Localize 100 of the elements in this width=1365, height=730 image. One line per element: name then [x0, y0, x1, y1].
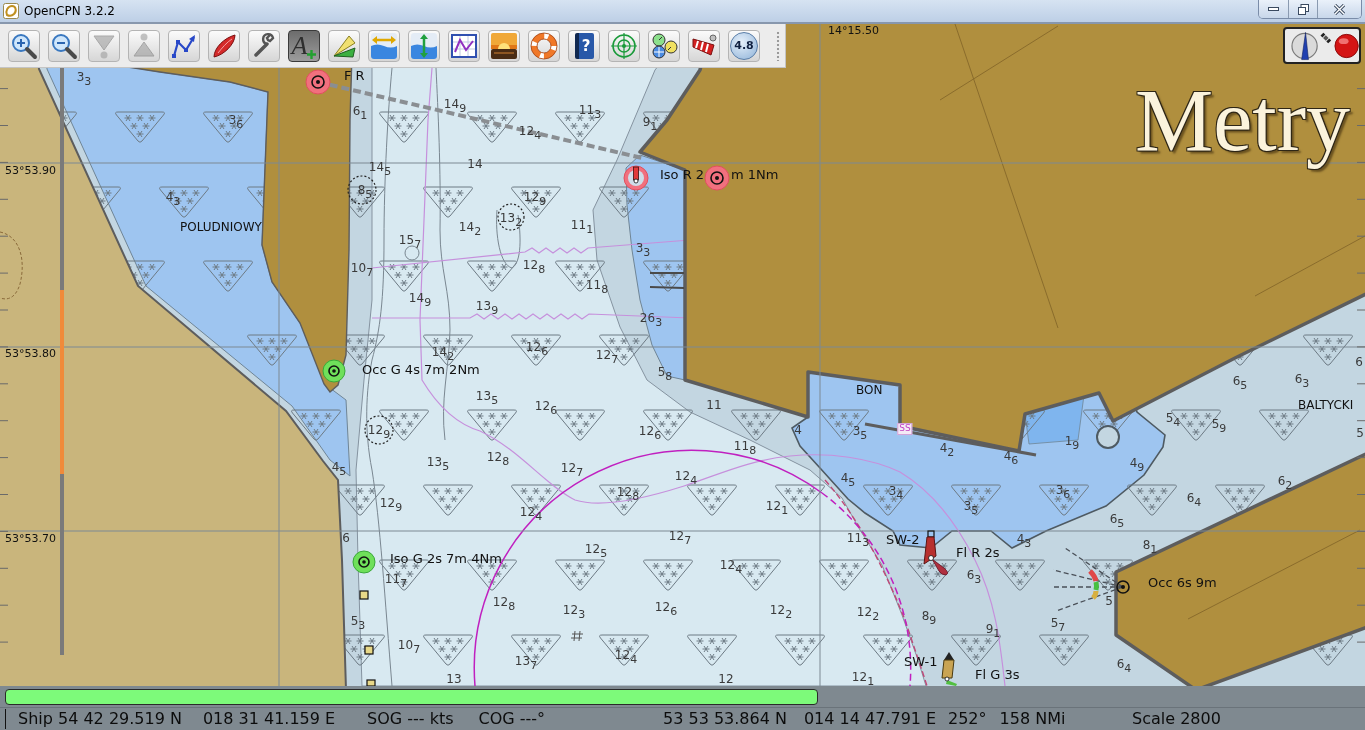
- seabed-symbol-icon: [599, 634, 649, 666]
- depth-sounding: 13: [446, 673, 462, 685]
- gauges-icon: [650, 31, 678, 60]
- status-text: COG ---°: [478, 709, 546, 729]
- beacon-icon: [364, 645, 374, 655]
- sunset-button[interactable]: [488, 29, 520, 62]
- latitude-label: 53°53.70: [5, 532, 56, 546]
- horizontal-arrows-icon: [370, 31, 398, 60]
- lifebuoy-button[interactable]: [528, 29, 560, 62]
- seabed-symbol-icon: [379, 260, 429, 292]
- close-button[interactable]: [1317, 0, 1361, 18]
- seabed-symbol-icon: [599, 186, 649, 218]
- vertical-arrows-button[interactable]: [408, 29, 440, 62]
- boat-icon: [210, 31, 238, 60]
- longitude-label: 14°15.50: [828, 24, 879, 38]
- light-symbol-icon: [352, 550, 376, 574]
- status-text: 014 14 47.791 E: [803, 709, 937, 729]
- latitude-label: 53°53.80: [5, 347, 56, 361]
- zoom-out-button[interactable]: [48, 29, 80, 62]
- light-label: F R: [344, 68, 365, 84]
- status-text: Scale 2800: [1132, 709, 1221, 729]
- seabed-symbol-icon: [159, 186, 209, 218]
- seabed-symbol-icon: [467, 409, 517, 441]
- hash-icon: [570, 630, 584, 642]
- seabed-symbol-icon: [511, 334, 561, 366]
- dotted-circle-icon: [347, 175, 377, 205]
- depth-sounding: 14: [467, 158, 483, 170]
- seabed-symbol-icon: [1127, 484, 1177, 516]
- seabed-symbol-icon: [1039, 634, 1089, 666]
- beacon-icon: [359, 590, 369, 600]
- light-label: Fl R 2s: [956, 545, 1000, 561]
- depth-contour: [496, 209, 521, 269]
- seabed-symbol-icon: [467, 260, 517, 292]
- seabed-symbol-icon: [687, 484, 737, 516]
- status-text: SOG --- kts: [367, 709, 454, 729]
- sunset-icon: [490, 31, 518, 60]
- wrench-button[interactable]: [248, 29, 280, 62]
- minimize-button[interactable]: [1259, 0, 1288, 18]
- place-name-label: POLUDNIOWY: [180, 221, 262, 235]
- status-text: 018 31 41.159 E: [202, 709, 336, 729]
- line-graph-button[interactable]: [448, 29, 480, 62]
- depth-sounding: 12: [718, 673, 734, 685]
- plus-icon: [307, 49, 317, 59]
- depth-sounding: 6: [342, 532, 350, 544]
- text-tool-button[interactable]: A: [288, 29, 320, 62]
- zoom-in-icon: [10, 31, 38, 60]
- horizontal-arrows-button[interactable]: [368, 29, 400, 62]
- zoom-in-button[interactable]: [8, 29, 40, 62]
- version-button[interactable]: 4.8: [728, 29, 760, 62]
- restore-icon: [1297, 3, 1309, 15]
- pier-line: [649, 272, 685, 289]
- seabed-symbol-icon: [423, 186, 473, 218]
- window-title: OpenCPN 3.2.2: [24, 4, 115, 18]
- pennants-button[interactable]: [328, 29, 360, 62]
- maximize-button[interactable]: [1288, 0, 1317, 18]
- depth-sounding: 6: [1355, 356, 1363, 368]
- route-button[interactable]: [168, 29, 200, 62]
- satellite-icon: [1320, 32, 1332, 44]
- seabed-symbol-icon: [555, 559, 605, 591]
- seabed-symbol-icon: [951, 484, 1001, 516]
- light-label: m 1Nm: [731, 167, 779, 183]
- line-graph-icon: [450, 31, 478, 60]
- seabed-symbol-icon: [291, 409, 341, 441]
- boat-button[interactable]: [208, 29, 240, 62]
- seabed-symbol-icon: [1039, 484, 1089, 516]
- help-button[interactable]: ?: [568, 29, 600, 62]
- place-name-label: BON: [856, 384, 883, 398]
- light-label: Iso G 2s 7m 4Nm: [390, 551, 502, 567]
- seabed-symbol-icon: [467, 111, 517, 143]
- cone-icon: [130, 31, 158, 60]
- crosshair-button[interactable]: [608, 29, 640, 62]
- status-text: Ship 54 42 29.519 N: [18, 709, 182, 729]
- vertical-arrows-icon: [410, 31, 438, 60]
- seabed-symbol-icon: [819, 559, 869, 591]
- status-text: 252°: [948, 709, 987, 729]
- light-label: Occ G 4s 7m 2Nm: [362, 362, 480, 378]
- seabed-symbol-icon: [423, 334, 473, 366]
- dotted-circle-icon: [497, 203, 525, 231]
- seabed-symbol-icon: [995, 559, 1045, 591]
- gauges-button[interactable]: [648, 29, 680, 62]
- light-label: Fl G 3s: [975, 667, 1020, 683]
- buoy-icon: [941, 652, 957, 686]
- seabed-symbol-icon: [379, 111, 429, 143]
- lifebuoy-icon: [530, 31, 558, 60]
- seabed-symbol-icon: [423, 634, 473, 666]
- place-name-label: BALTYCKI: [1298, 399, 1354, 413]
- depth-sounding: 5: [1105, 595, 1113, 607]
- depth-sounding: 4: [794, 424, 802, 436]
- buoy-label: SW-1: [904, 654, 938, 670]
- light-label: Occ 6s 9m: [1148, 575, 1217, 591]
- minimize-icon: [1268, 7, 1279, 11]
- seabed-symbol-icon: [1259, 409, 1309, 441]
- striped-flag-button[interactable]: [688, 29, 720, 62]
- depth-sounding: 5: [1356, 427, 1364, 439]
- light-symbol-icon: [305, 69, 331, 95]
- light-symbol-icon: [704, 165, 730, 191]
- seabed-symbol-icon: [599, 484, 649, 516]
- seabed-symbol-icon: [907, 559, 957, 591]
- seabed-symbol-icon: [115, 111, 165, 143]
- seabed-symbol-icon: [1215, 484, 1265, 516]
